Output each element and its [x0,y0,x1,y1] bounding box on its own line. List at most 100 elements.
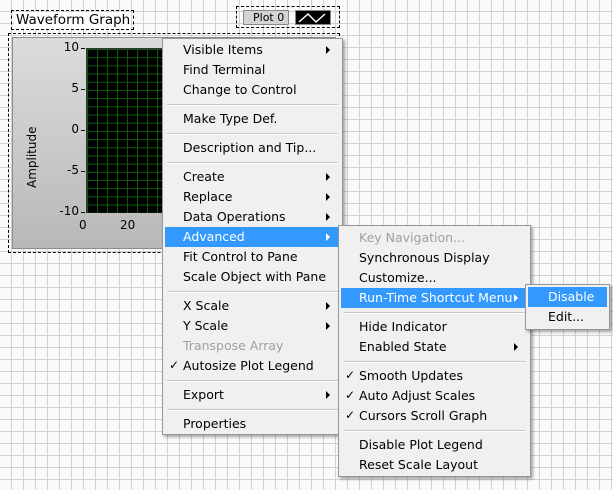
menu-item-label: Hide Indicator [359,319,447,334]
y-tick-label: -5 [67,163,79,177]
graph-label[interactable]: Waveform Graph [11,10,134,30]
menu-item-label: Y Scale [183,318,229,333]
submenu-arrow-icon [326,233,330,241]
menu-item-find-terminal[interactable]: Find Terminal [165,60,340,80]
menu-item-label: Export [183,387,224,402]
plot-legend[interactable]: Plot 0 [236,6,340,28]
menu-item-replace[interactable]: Replace [165,187,340,207]
menu-item-label: Replace [183,189,233,204]
menu-item-visible-items[interactable]: Visible Items [165,40,340,60]
menu-item-key-navigation: Key Navigation... [341,228,528,248]
menu-item-label: Visible Items [183,42,263,57]
menu-item-smooth-updates[interactable]: ✓ Smooth Updates [341,366,528,386]
checkmark-icon: ✓ [169,358,180,372]
menu-item-label: Cursors Scroll Graph [359,408,488,423]
menu-separator [167,133,338,135]
menu-item-run-time-shortcut-menu[interactable]: Run-Time Shortcut Menu [341,288,528,308]
menu-item-reset-scale-layout[interactable]: Reset Scale Layout [341,455,528,475]
submenu-arrow-icon [326,173,330,181]
submenu-arrow-icon [326,322,330,330]
menu-item-create[interactable]: Create [165,167,340,187]
y-tick-label: -10 [59,204,79,218]
menu-item-label: Advanced [183,229,245,244]
x-tick-label: 0 [79,218,87,232]
menu-separator [343,361,526,363]
menu-item-autosize-plot-legend[interactable]: ✓ Autosize Plot Legend [165,356,340,376]
menu-item-edit[interactable]: Edit... [528,307,607,327]
menu-item-label: X Scale [183,298,230,313]
menu-item-label: Description and Tip... [183,140,317,155]
menu-separator [343,312,526,314]
plot-legend-name[interactable]: Plot 0 [243,10,289,25]
menu-item-label: Auto Adjust Scales [359,388,476,403]
y-tick-mark [81,212,85,213]
menu-separator [167,291,338,293]
submenu-arrow-icon [326,391,330,399]
menu-item-label: Edit... [548,309,585,324]
menu-item-label: Change to Control [183,82,297,97]
runtime-shortcut-submenu: Disable Edit... [525,284,610,330]
menu-item-label: Reset Scale Layout [359,457,478,472]
menu-item-enabled-state[interactable]: Enabled State [341,337,528,357]
menu-item-label: Fit Control to Pane [183,249,298,264]
menu-item-label: Customize... [359,270,437,285]
y-tick-label: 10 [63,40,79,54]
menu-item-synchronous-display[interactable]: Synchronous Display [341,248,528,268]
advanced-submenu: Key Navigation... Synchronous Display Cu… [338,225,531,477]
y-tick-label: 5 [71,81,79,95]
menu-item-label: Make Type Def. [183,111,278,126]
menu-item-disable[interactable]: Disable [528,287,607,307]
menu-item-y-scale[interactable]: Y Scale [165,316,340,336]
menu-item-label: Transpose Array [183,338,284,353]
menu-item-label: Properties [183,416,247,431]
menu-item-label: Smooth Updates [359,368,463,383]
checkmark-icon: ✓ [345,408,356,422]
checkmark-icon: ✓ [345,388,356,402]
submenu-arrow-icon [326,302,330,310]
submenu-arrow-icon [514,294,518,302]
y-axis-title: Amplitude [25,126,39,189]
submenu-arrow-icon [326,213,330,221]
context-menu: Visible Items Find Terminal Change to Co… [162,38,343,435]
menu-item-label: Autosize Plot Legend [183,358,314,373]
menu-separator [167,162,338,164]
menu-item-scale-object-with-pane[interactable]: Scale Object with Pane [165,267,340,287]
menu-item-hide-indicator[interactable]: Hide Indicator [341,317,528,337]
menu-separator [167,104,338,106]
menu-item-label: Synchronous Display [359,250,490,265]
menu-item-transpose-array: Transpose Array [165,336,340,356]
menu-item-auto-adjust-scales[interactable]: ✓ Auto Adjust Scales [341,386,528,406]
menu-separator [167,380,338,382]
x-tick-label: 20 [120,218,136,232]
menu-item-label: Enabled State [359,339,447,354]
menu-item-label: Create [183,169,225,184]
menu-item-label: Disable Plot Legend [359,437,483,452]
y-tick-mark [81,48,85,49]
menu-item-label: Key Navigation... [359,230,465,245]
menu-item-description-and-tip[interactable]: Description and Tip... [165,138,340,158]
graph-title: Waveform Graph [16,12,131,28]
plot-legend-label: Plot 0 [253,11,285,24]
menu-item-data-operations[interactable]: Data Operations [165,207,340,227]
y-tick-mark [81,171,85,172]
menu-item-label: Find Terminal [183,62,266,77]
menu-separator [167,409,338,411]
submenu-arrow-icon [514,343,518,351]
menu-item-x-scale[interactable]: X Scale [165,296,340,316]
y-tick-mark [81,130,85,131]
menu-item-change-to-control[interactable]: Change to Control [165,80,340,100]
submenu-arrow-icon [326,193,330,201]
menu-item-cursors-scroll-graph[interactable]: ✓ Cursors Scroll Graph [341,406,528,426]
menu-item-properties[interactable]: Properties [165,414,340,434]
menu-item-disable-plot-legend[interactable]: Disable Plot Legend [341,435,528,455]
menu-item-advanced[interactable]: Advanced [165,227,340,247]
checkmark-icon: ✓ [345,368,356,382]
menu-item-make-type-def[interactable]: Make Type Def. [165,109,340,129]
plot-line-swatch-icon[interactable] [295,10,331,25]
submenu-arrow-icon [326,46,330,54]
menu-item-label: Scale Object with Pane [183,269,327,284]
menu-item-export[interactable]: Export [165,385,340,405]
menu-item-label: Data Operations [183,209,286,224]
menu-item-customize[interactable]: Customize... [341,268,528,288]
menu-item-fit-control-to-pane[interactable]: Fit Control to Pane [165,247,340,267]
